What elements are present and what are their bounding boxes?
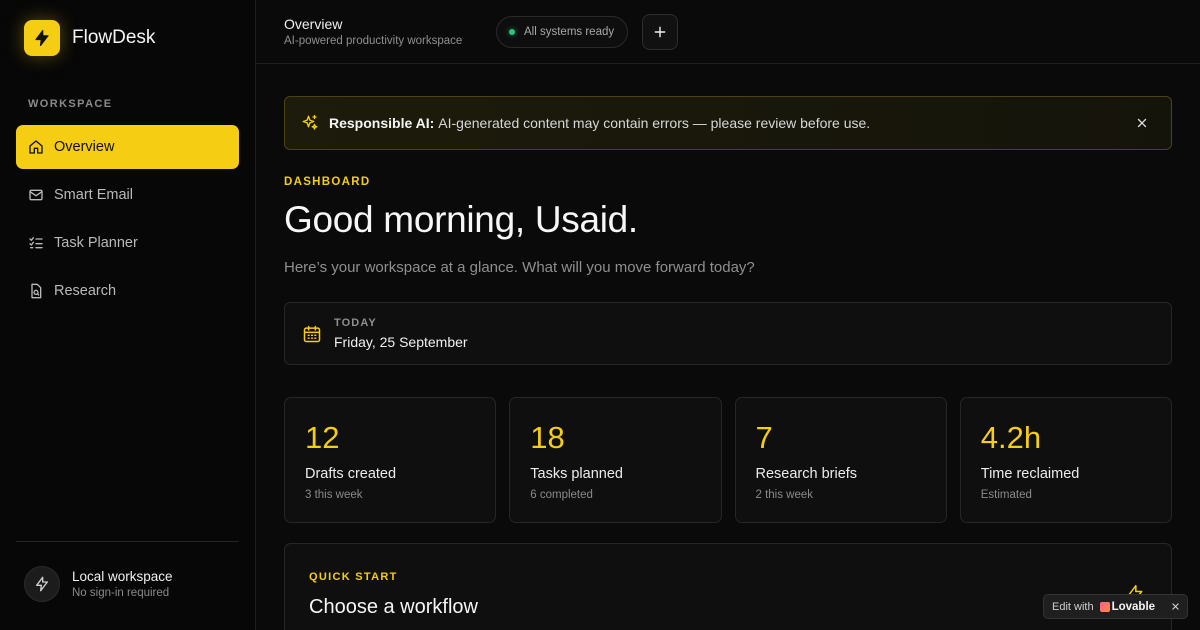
sidebar-item-smart-email[interactable]: Smart Email bbox=[16, 173, 239, 217]
close-icon[interactable] bbox=[1133, 114, 1151, 132]
sparkles-icon bbox=[301, 114, 319, 132]
stats-row: 12 Drafts created 3 this week 18 Tasks p… bbox=[284, 397, 1172, 523]
edit-with-lovable-badge[interactable]: Edit with Lovable bbox=[1043, 594, 1188, 619]
stat-subtext: 6 completed bbox=[530, 489, 593, 501]
status-badge: All systems ready bbox=[496, 16, 629, 48]
today-card: TODAY Friday, 25 September bbox=[284, 302, 1172, 365]
sidebar-item-research[interactable]: Research bbox=[16, 269, 239, 313]
stat-card-tasks: 18 Tasks planned 6 completed bbox=[509, 397, 722, 523]
plus-icon bbox=[654, 26, 666, 38]
sidebar-divider bbox=[16, 541, 239, 542]
stat-label: Time reclaimed bbox=[980, 466, 1080, 482]
sidebar-item-label: Overview bbox=[54, 139, 115, 155]
add-button[interactable] bbox=[642, 14, 678, 50]
stat-subtext: 3 this week bbox=[305, 489, 363, 501]
close-icon[interactable] bbox=[1169, 600, 1181, 612]
quick-start-eyebrow: QUICK START bbox=[309, 571, 398, 583]
intro-text: Here’s your workspace at a glance. What … bbox=[284, 259, 755, 276]
today-text: TODAY Friday, 25 September bbox=[334, 317, 468, 350]
sidebar-nav: Overview Smart Email Task Planner Resear… bbox=[16, 125, 239, 317]
sidebar-item-label: Research bbox=[54, 283, 117, 299]
stat-card-time: 4.2h Time reclaimed Estimated bbox=[959, 397, 1172, 523]
stat-card-drafts: 12 Drafts created 3 this week bbox=[284, 397, 497, 523]
sidebar: FlowDesk WORKSPACE Overview Smart Email … bbox=[0, 0, 256, 630]
banner-message: AI-generated content may contain errors … bbox=[438, 115, 871, 131]
greeting-heading: Good morning, Usaid. bbox=[284, 199, 638, 240]
stat-subtext: 2 this week bbox=[755, 489, 814, 501]
dashboard-eyebrow: DASHBOARD bbox=[284, 176, 371, 188]
status-text: All systems ready bbox=[524, 26, 615, 38]
sidebar-item-label: Task Planner bbox=[54, 235, 138, 251]
account-text: Local workspace No sign-in required bbox=[72, 569, 173, 599]
mail-icon bbox=[27, 186, 45, 204]
today-date: Friday, 25 September bbox=[334, 334, 468, 350]
bolt-icon bbox=[24, 20, 60, 56]
document-search-icon bbox=[27, 282, 45, 300]
stat-value: 12 bbox=[305, 420, 340, 455]
badge-brand: Lovable bbox=[1111, 600, 1156, 613]
top-header: Overview AI-powered productivity workspa… bbox=[256, 0, 1200, 64]
stat-label: Tasks planned bbox=[530, 466, 623, 482]
stat-value: 7 bbox=[755, 420, 773, 455]
account-card[interactable]: Local workspace No sign-in required bbox=[24, 566, 173, 602]
stat-subtext: Estimated bbox=[980, 489, 1032, 501]
stat-card-research: 7 Research briefs 2 this week bbox=[734, 397, 947, 523]
checklist-icon bbox=[27, 234, 45, 252]
brand[interactable]: FlowDesk bbox=[24, 20, 155, 56]
stat-label: Drafts created bbox=[305, 466, 397, 482]
banner-text: Responsible AI: AI-generated content may … bbox=[329, 115, 870, 131]
lovable-logo-icon bbox=[1099, 601, 1110, 612]
stat-value: 4.2h bbox=[980, 420, 1042, 455]
page-title: Overview bbox=[284, 16, 343, 32]
badge-prefix: Edit with bbox=[1052, 600, 1094, 613]
bolt-icon bbox=[24, 566, 60, 602]
banner-title: Responsible AI: bbox=[329, 115, 435, 131]
home-icon bbox=[27, 138, 45, 156]
workspace-section-label: WORKSPACE bbox=[28, 98, 113, 110]
page-subtitle: AI-powered productivity workspace bbox=[284, 35, 463, 47]
responsible-ai-banner: Responsible AI: AI-generated content may … bbox=[284, 96, 1172, 150]
sidebar-item-label: Smart Email bbox=[54, 187, 133, 203]
brand-name: FlowDesk bbox=[72, 27, 156, 48]
quick-start-card: QUICK START Choose a workflow bbox=[284, 543, 1172, 630]
sidebar-item-overview[interactable]: Overview bbox=[16, 125, 239, 169]
stat-value: 18 bbox=[530, 420, 565, 455]
calendar-icon bbox=[302, 324, 322, 344]
today-label: TODAY bbox=[334, 317, 377, 329]
quick-start-title: Choose a workflow bbox=[309, 596, 478, 618]
account-name: Local workspace bbox=[72, 569, 173, 584]
account-subtitle: No sign-in required bbox=[72, 587, 170, 599]
status-dot-icon bbox=[509, 29, 515, 35]
sidebar-item-task-planner[interactable]: Task Planner bbox=[16, 221, 239, 265]
stat-label: Research briefs bbox=[755, 466, 858, 482]
